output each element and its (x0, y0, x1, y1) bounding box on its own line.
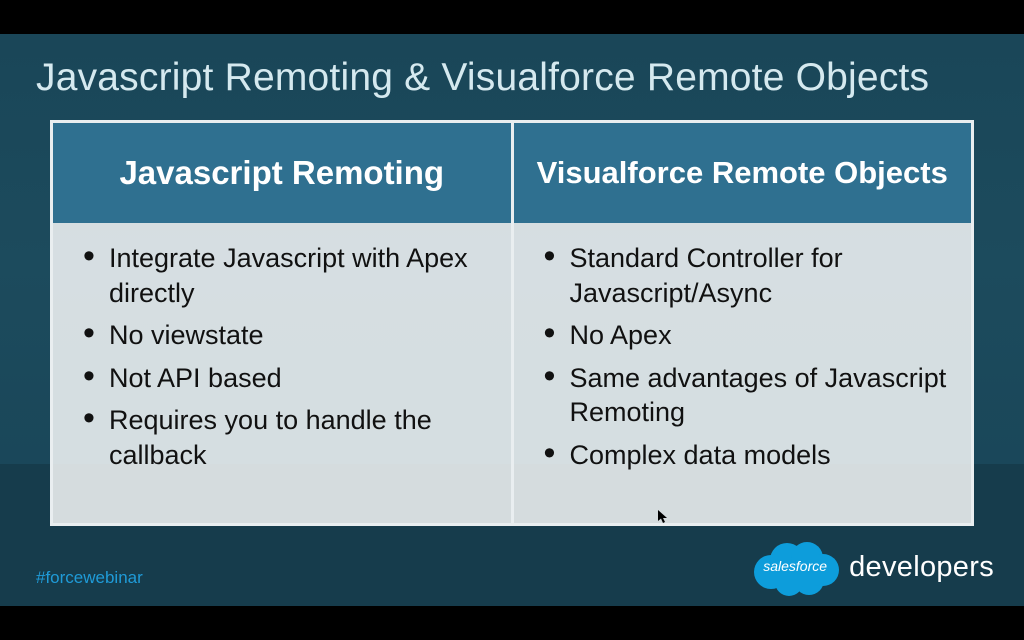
brand-word: developers (849, 551, 994, 584)
list-item: No viewstate (75, 318, 493, 353)
cursor-icon (658, 510, 668, 524)
letterbox-bottom (0, 606, 1024, 640)
column-body: Integrate Javascript with Apex directly … (53, 223, 511, 523)
slide-title: Javascript Remoting & Visualforce Remote… (36, 56, 929, 100)
cloud-label: salesforce (747, 538, 843, 596)
list-item: Complex data models (536, 438, 954, 473)
slide: Javascript Remoting & Visualforce Remote… (0, 34, 1024, 606)
comparison-column-left: Javascript Remoting Integrate Javascript… (53, 123, 511, 523)
comparison-table: Javascript Remoting Integrate Javascript… (50, 120, 974, 526)
list-item: Integrate Javascript with Apex directly (75, 241, 493, 310)
bullet-list: Integrate Javascript with Apex directly … (75, 241, 493, 472)
brand: salesforce developers (747, 538, 994, 596)
stage: Javascript Remoting & Visualforce Remote… (0, 0, 1024, 640)
list-item: Standard Controller for Javascript/Async (536, 241, 954, 310)
salesforce-cloud-logo: salesforce (747, 538, 843, 596)
list-item: Requires you to handle the callback (75, 403, 493, 472)
column-header: Visualforce Remote Objects (514, 123, 972, 223)
letterbox-top (0, 0, 1024, 34)
hashtag: #forcewebinar (36, 568, 143, 588)
comparison-column-right: Visualforce Remote Objects Standard Cont… (511, 123, 972, 523)
list-item: No Apex (536, 318, 954, 353)
list-item: Not API based (75, 361, 493, 396)
column-body: Standard Controller for Javascript/Async… (514, 223, 972, 523)
column-header: Javascript Remoting (53, 123, 511, 223)
bullet-list: Standard Controller for Javascript/Async… (536, 241, 954, 472)
list-item: Same advantages of Javascript Remoting (536, 361, 954, 430)
